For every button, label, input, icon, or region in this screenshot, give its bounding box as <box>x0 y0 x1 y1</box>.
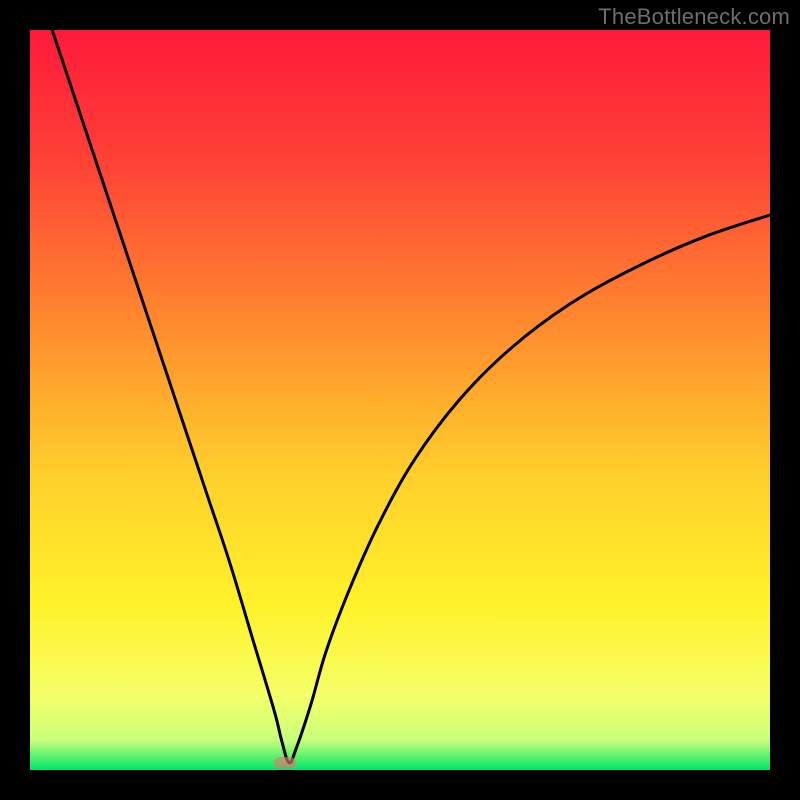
plot-area <box>30 30 770 770</box>
watermark-text: TheBottleneck.com <box>598 4 790 30</box>
chart-frame: TheBottleneck.com <box>0 0 800 800</box>
bottleneck-curve <box>30 30 770 770</box>
minimum-marker <box>274 757 296 769</box>
